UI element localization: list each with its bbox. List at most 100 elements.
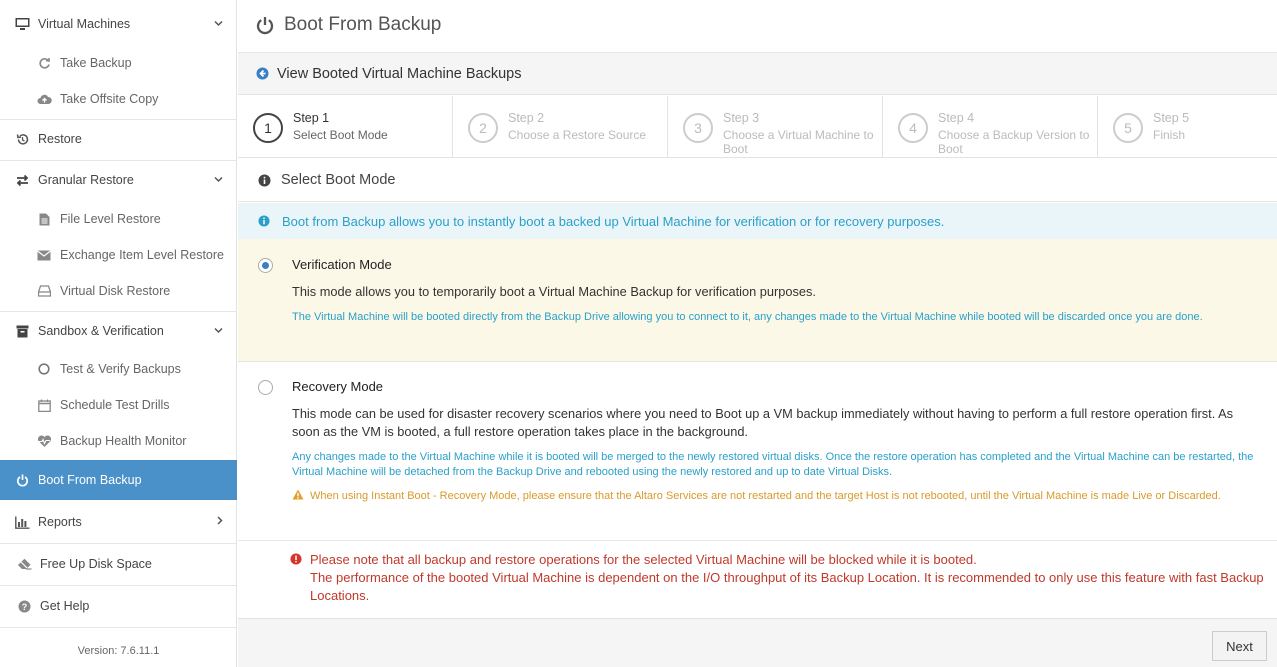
envelope-icon [36, 247, 52, 263]
sidebar-item-label: Exchange Item Level Restore [60, 248, 224, 262]
sidebar-item-free-up-disk-space[interactable]: Free Up Disk Space [0, 545, 237, 583]
wizard-step-5: 5 Step 5 Finish [1098, 96, 1277, 158]
sidebar-divider [0, 585, 237, 586]
info-banner-text: Boot from Backup allows you to instantly… [282, 213, 945, 229]
wizard-step-2: 2 Step 2 Choose a Restore Source [453, 96, 668, 158]
sidebar-item-take-offsite-copy[interactable]: Take Offsite Copy [0, 81, 237, 117]
sidebar-item-virtual-machines[interactable]: Virtual Machines [0, 5, 237, 43]
step-number: 4 [898, 113, 928, 143]
option-warning: When using Instant Boot - Recovery Mode,… [292, 489, 1257, 505]
option-note: The Virtual Machine will be booted direc… [292, 311, 1203, 323]
recovery-mode-radio[interactable] [258, 380, 273, 395]
section-header: Select Boot Mode [238, 159, 1277, 202]
sidebar-item-label: Take Offsite Copy [60, 92, 159, 106]
disk-icon [36, 283, 52, 299]
recovery-mode-option[interactable]: Recovery Mode This mode can be used for … [238, 362, 1277, 540]
arrow-circle-left-icon[interactable] [256, 67, 269, 80]
option-title: Verification Mode [292, 257, 392, 272]
refresh-icon [36, 55, 52, 71]
sidebar-item-reports[interactable]: Reports [0, 503, 237, 541]
cloud-upload-icon [36, 91, 52, 107]
exclamation-circle-icon [290, 553, 302, 565]
sidebar-item-virtual-disk-restore[interactable]: Virtual Disk Restore [0, 273, 237, 309]
wizard-step-1: 1 Step 1 Select Boot Mode [238, 96, 453, 158]
step-subtitle: Choose a Restore Source [508, 128, 647, 142]
alert-line-1: Please note that all backup and restore … [310, 552, 977, 567]
step-subtitle: Select Boot Mode [293, 128, 388, 142]
sidebar-item-restore[interactable]: Restore [0, 120, 237, 158]
warning-text: When using Instant Boot - Recovery Mode,… [310, 490, 1221, 502]
step-number: 2 [468, 113, 498, 143]
next-button[interactable]: Next [1212, 631, 1267, 661]
step-title: Step 4 [938, 111, 975, 125]
step-title: Step 3 [723, 111, 760, 125]
page-title: Boot From Backup [256, 14, 441, 36]
option-title: Recovery Mode [292, 379, 384, 394]
page-title-text: Boot From Backup [284, 14, 442, 35]
archive-box-icon [14, 323, 30, 339]
section-title: Select Boot Mode [281, 172, 396, 188]
main-content: Boot From Backup View Booted Virtual Mac… [238, 0, 1277, 667]
option-divider [238, 540, 1277, 541]
chevron-down-icon [214, 175, 223, 186]
question-icon: ? [16, 598, 32, 614]
step-title: Step 2 [508, 111, 545, 125]
sidebar-divider [0, 627, 237, 628]
power-icon [14, 472, 30, 488]
sidebar-item-label: Backup Health Monitor [60, 434, 187, 448]
step-subtitle: Choose a Virtual Machine to Boot [723, 128, 874, 156]
sidebar-item-label: Boot From Backup [38, 473, 142, 487]
version-label: Version: 7.6.11.1 [77, 645, 160, 657]
sidebar-item-granular-restore[interactable]: Granular Restore [0, 161, 237, 199]
alert-line-2: The performance of the booted Virtual Ma… [310, 570, 1264, 603]
sidebar-item-label: Schedule Test Drills [60, 398, 170, 412]
calendar-icon [36, 397, 52, 413]
info-circle-icon [258, 174, 271, 187]
back-link[interactable]: View Booted Virtual Machine Backups [277, 66, 522, 82]
sidebar-item-label: Virtual Disk Restore [60, 284, 171, 298]
sidebar-item-test-verify-backups[interactable]: Test & Verify Backups [0, 351, 237, 387]
sidebar-item-label: Get Help [40, 599, 90, 613]
sidebar-item-sandbox-verification[interactable]: Sandbox & Verification [0, 312, 237, 350]
verification-mode-option[interactable]: Verification Mode This mode allows you t… [238, 239, 1277, 361]
sidebar-item-get-help[interactable]: ? Get Help [0, 587, 237, 625]
sidebar-item-exchange-item-level-restore[interactable]: Exchange Item Level Restore [0, 237, 237, 273]
sidebar-item-backup-health-monitor[interactable]: Backup Health Monitor [0, 423, 237, 459]
verification-mode-radio[interactable] [258, 258, 273, 273]
chevron-right-icon [217, 516, 223, 528]
sidebar-item-label: Test & Verify Backups [60, 362, 181, 376]
sidebar-item-label: Granular Restore [38, 173, 134, 187]
sidebar-item-label: Free Up Disk Space [40, 557, 152, 571]
sidebar-item-label: File Level Restore [60, 212, 161, 226]
heartbeat-icon [36, 433, 52, 449]
sidebar-item-label: Virtual Machines [38, 17, 131, 31]
wizard-stepper: 1 Step 1 Select Boot Mode 2 Step 2 Choos… [238, 96, 1277, 158]
file-icon [36, 211, 52, 227]
svg-text:?: ? [21, 602, 27, 612]
sidebar-item-boot-from-backup[interactable]: Boot From Backup [0, 460, 237, 500]
blocking-alert: Please note that all backup and restore … [290, 551, 1265, 605]
wizard-step-4: 4 Step 4 Choose a Backup Version to Boot [883, 96, 1098, 158]
step-number: 1 [253, 113, 283, 143]
sidebar-divider [0, 543, 237, 544]
step-subtitle: Choose a Backup Version to Boot [938, 128, 1090, 156]
sidebar-item-file-level-restore[interactable]: File Level Restore [0, 201, 237, 237]
sidebar-item-schedule-test-drills[interactable]: Schedule Test Drills [0, 387, 237, 423]
sidebar: Virtual Machines Take Backup Take Offsit… [0, 0, 237, 667]
wizard-footer: Next [238, 618, 1277, 667]
power-icon [256, 16, 274, 35]
sidebar-item-take-backup[interactable]: Take Backup [0, 45, 237, 81]
exchange-arrows-icon [14, 172, 30, 188]
option-note: Any changes made to the Virtual Machine … [292, 451, 1254, 478]
circle-icon [36, 361, 52, 377]
eraser-icon [16, 556, 32, 572]
history-icon [14, 131, 30, 147]
step-title: Step 5 [1153, 111, 1190, 125]
monitor-icon [14, 16, 30, 32]
step-number: 5 [1113, 113, 1143, 143]
sidebar-item-label: Sandbox & Verification [38, 324, 164, 338]
back-link-bar[interactable]: View Booted Virtual Machine Backups [238, 53, 1277, 95]
step-subtitle: Finish [1153, 128, 1186, 142]
option-description: This mode can be used for disaster recov… [292, 406, 1234, 439]
sidebar-item-label: Reports [38, 515, 82, 529]
